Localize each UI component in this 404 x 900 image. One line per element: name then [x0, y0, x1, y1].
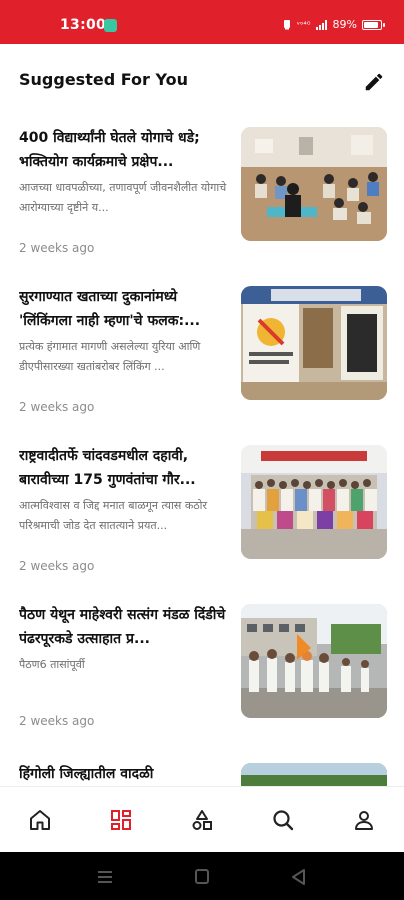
- pencil-icon: [365, 73, 383, 91]
- back-button[interactable]: [289, 868, 309, 886]
- search-icon: [273, 810, 294, 831]
- article-snippet: आत्मविश्वास व जिद्द मनात बाळगून त्यास कठ…: [19, 499, 208, 532]
- article-card[interactable]: सुरगाण्यात खताच्या दुकानांमध्ये 'लिंकिंग…: [0, 273, 404, 423]
- menu-lines-icon: [98, 871, 112, 883]
- status-time: 13:00: [60, 17, 107, 33]
- shapes-icon: [192, 810, 212, 830]
- battery-icon: [362, 19, 385, 30]
- user-icon: [355, 811, 373, 830]
- article-thumbnail[interactable]: [241, 445, 387, 559]
- article-card[interactable]: राष्ट्रवादीतर्फे चांदवडमधील दहावी, बाराव…: [0, 432, 404, 582]
- nav-profile[interactable]: [324, 787, 404, 853]
- battery-percent: 89%: [332, 18, 357, 31]
- article-title: हिंगोली जिल्ह्यातील वादळी: [19, 766, 154, 782]
- article-title: 400 विद्यार्थ्यांनी घेतले योगाचे धडे; भक…: [19, 130, 200, 170]
- network-label: ᵛᵒ⁴ᴳ: [296, 20, 311, 29]
- signal-icon: [315, 19, 327, 30]
- status-indicators: ᵛᵒ⁴ᴳ 89%: [282, 18, 385, 31]
- bottom-nav: [0, 786, 404, 852]
- status-bar: 13:00 ᵛᵒ⁴ᴳ 89%: [0, 0, 404, 44]
- home-system-button[interactable]: [192, 868, 212, 886]
- back-triangle-icon: [292, 869, 305, 885]
- grid-icon: [111, 810, 131, 830]
- article-snippet: पैठण6 तासांपूर्वी: [19, 658, 85, 671]
- article-title: राष्ट्रवादीतर्फे चांदवडमधील दहावी, बाराव…: [19, 448, 196, 488]
- recent-apps-button[interactable]: [95, 868, 115, 886]
- article-time: 2 weeks ago: [19, 559, 95, 573]
- nav-search[interactable]: [243, 787, 323, 853]
- system-nav-bar: [0, 852, 404, 900]
- page-title: Suggested For You: [19, 70, 188, 89]
- article-time: 2 weeks ago: [19, 400, 95, 414]
- article-snippet: प्रत्येक हंगामात मागणी असलेल्या युरिया आ…: [19, 340, 201, 373]
- article-feed[interactable]: 400 विद्यार्थ्यांनी घेतले योगाचे धडे; भक…: [0, 114, 404, 786]
- article-thumbnail[interactable]: [241, 604, 387, 718]
- article-title: पैठण येथून माहेश्वरी सत्संग मंडळ दिंडीचे…: [19, 607, 226, 647]
- article-thumbnail[interactable]: [241, 763, 387, 786]
- article-card[interactable]: पैठण येथून माहेश्वरी सत्संग मंडळ दिंडीचे…: [0, 591, 404, 741]
- article-time: 2 weeks ago: [19, 714, 95, 728]
- home-icon: [30, 810, 50, 830]
- notification-app-icon: [104, 19, 117, 32]
- nav-categories[interactable]: [162, 787, 242, 853]
- nav-home[interactable]: [0, 787, 80, 853]
- article-thumbnail[interactable]: [241, 127, 387, 241]
- square-icon: [195, 869, 209, 884]
- edit-button[interactable]: [360, 68, 388, 96]
- header: Suggested For You: [0, 44, 404, 114]
- article-thumbnail[interactable]: [241, 286, 387, 400]
- article-title: सुरगाण्यात खताच्या दुकानांमध्ये 'लिंकिंग…: [19, 289, 201, 329]
- article-card[interactable]: हिंगोली जिल्ह्यातील वादळी: [0, 750, 404, 786]
- nav-feed[interactable]: [81, 787, 161, 853]
- article-snippet: आजच्या धावपळीच्या, तणावपूर्ण जीवनशैलीत य…: [19, 181, 227, 214]
- alarm-icon: [283, 20, 290, 30]
- article-time: 2 weeks ago: [19, 241, 95, 255]
- article-card[interactable]: 400 विद्यार्थ्यांनी घेतले योगाचे धडे; भक…: [0, 114, 404, 264]
